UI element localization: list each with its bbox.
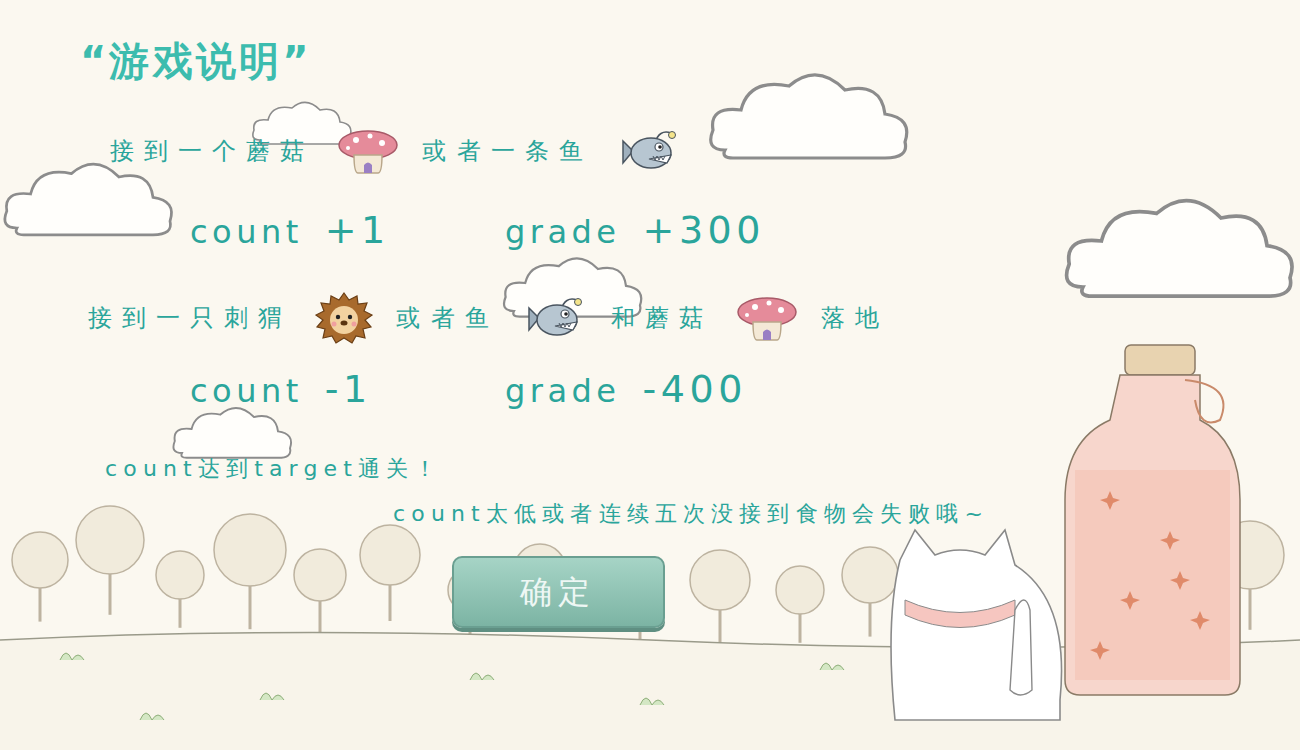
effect: grade +300 — [505, 202, 765, 259]
mushroom-icon — [336, 127, 400, 175]
rule-text: 落地 — [821, 300, 889, 336]
rule-section: 接到一只刺猬 或者鱼 和蘑菇 落地 count-1grade-400 — [80, 252, 1300, 411]
effect-label: grade — [505, 367, 620, 415]
rule-condition: 接到一个蘑菇 或者一条鱼 — [110, 125, 1300, 177]
rule-text: 或者一条鱼 — [422, 133, 592, 169]
effect: count -1 — [190, 361, 505, 418]
instructions-screen: “游戏说明”接到一个蘑菇或者一条鱼count+1grade+300接到一只刺猬或… — [0, 0, 1300, 750]
rule-text: 和蘑菇 — [611, 300, 713, 336]
mushroom-icon — [735, 294, 799, 342]
effect-value: +300 — [642, 202, 765, 259]
effect: count +1 — [190, 202, 505, 259]
effect-label: grade — [505, 208, 620, 256]
rule-condition: 接到一只刺猬 或者鱼 和蘑菇 落地 — [88, 292, 1300, 344]
rule-section: 接到一个蘑菇 或者一条鱼 count+1grade+300 — [80, 86, 1300, 252]
title: “游戏说明” — [80, 36, 1300, 86]
fish-icon — [521, 292, 589, 344]
effect-label: count — [190, 208, 303, 256]
instructions-panel: “游戏说明”接到一个蘑菇或者一条鱼count+1grade+300接到一只刺猬或… — [0, 0, 1300, 628]
effect-value: -400 — [642, 361, 746, 418]
effect-value: -1 — [325, 361, 372, 418]
rule-text: 接到一个蘑菇 — [110, 133, 314, 169]
effect-label: count — [190, 367, 303, 415]
hedgehog-icon — [314, 291, 374, 345]
effect: grade -400 — [505, 361, 747, 418]
lose-text: count太低或者连续五次没接到食物会失败哦~ — [393, 499, 1300, 529]
rule-text: 接到一只刺猬 — [88, 300, 292, 336]
rule-effects: count-1grade-400 — [190, 367, 1300, 411]
rule-effects: count+1grade+300 — [190, 208, 1300, 252]
effect-value: +1 — [325, 202, 390, 259]
confirm-button[interactable]: 确定 — [452, 556, 665, 628]
fish-icon — [615, 125, 683, 177]
rule-text: 或者鱼 — [396, 300, 498, 336]
win-text: count达到target通关！ — [105, 454, 1300, 484]
